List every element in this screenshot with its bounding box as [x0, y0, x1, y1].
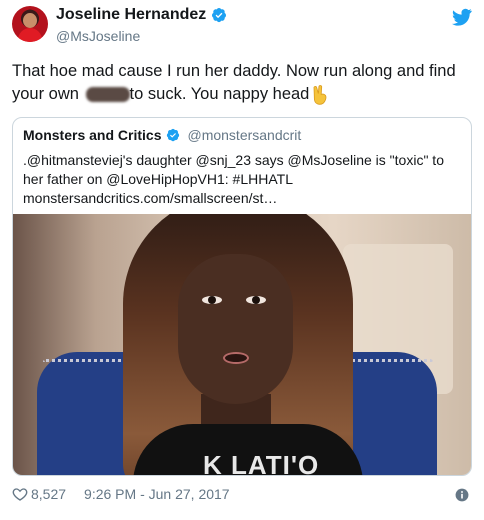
- quoted-tweet-card[interactable]: Monsters and Critics @monstersandcrit .@…: [12, 117, 472, 476]
- shirt-print-text: K LATI'O: [203, 450, 320, 476]
- verified-badge-icon: [167, 128, 180, 142]
- tweet-card: Joseline Hernandez @MsJoseline That hoe …: [0, 0, 484, 520]
- tweet-text-segment: your own: [12, 85, 84, 103]
- tweet-text-line: your own to suck. You nappy head: [12, 83, 472, 106]
- quoted-author-row: Monsters and Critics @monstersandcrit: [23, 127, 301, 143]
- quoted-text-line: .@hitmansteviej's daughter @snj_23 says …: [23, 152, 444, 168]
- info-icon[interactable]: [455, 488, 469, 502]
- mouth: [223, 352, 249, 364]
- quoted-media-image[interactable]: K LATI'O: [13, 214, 471, 476]
- like-count[interactable]: 8,527: [31, 486, 66, 502]
- tweet-text-segment: to suck. You nappy head: [129, 85, 310, 103]
- timestamp[interactable]: 9:26 PM - Jun 27, 2017: [84, 486, 230, 502]
- author-name-row: Joseline Hernandez: [56, 6, 227, 24]
- verified-badge-icon: [212, 8, 227, 23]
- quoted-author-handle[interactable]: @monstersandcrit: [187, 127, 301, 143]
- twitter-bird-icon[interactable]: [452, 8, 472, 26]
- right-eye: [246, 296, 266, 304]
- quoted-tweet-text: .@hitmansteviej's daughter @snj_23 says …: [23, 151, 463, 208]
- quoted-text-line: her father on @LoveHipHopVH1: #LHHATL: [23, 171, 293, 187]
- tweet-text: That hoe mad cause I run her daddy. Now …: [12, 60, 472, 106]
- author-display-name[interactable]: Joseline Hernandez: [56, 6, 206, 24]
- tweet-footer: 8,527 9:26 PM - Jun 27, 2017: [12, 486, 230, 502]
- left-eye: [202, 296, 222, 304]
- face: [178, 254, 293, 404]
- quoted-author-name[interactable]: Monsters and Critics: [23, 127, 161, 143]
- censor-blur: [85, 87, 130, 103]
- heart-icon[interactable]: [12, 486, 28, 502]
- avatar[interactable]: [12, 6, 48, 42]
- quoted-link[interactable]: monstersandcritics.com/smallscreen/st…: [23, 189, 463, 208]
- author-handle[interactable]: @MsJoseline: [56, 28, 140, 44]
- tweet-text-line: That hoe mad cause I run her daddy. Now …: [12, 62, 456, 80]
- victory-hand-emoji-icon: [313, 84, 327, 105]
